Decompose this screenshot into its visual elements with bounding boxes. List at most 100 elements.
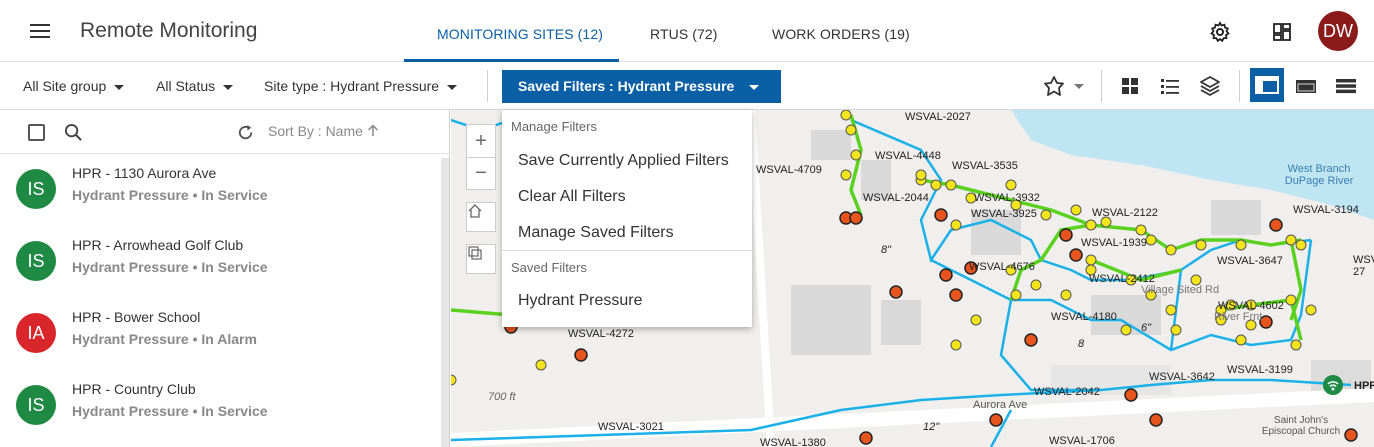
shape-select-icon[interactable] <box>1042 74 1066 98</box>
list-view-icon[interactable] <box>1158 74 1182 98</box>
layers-icon[interactable] <box>1198 74 1222 98</box>
status-avatar: IS <box>16 169 56 209</box>
map-label: WSVAL-4272 <box>568 328 634 340</box>
scale-label: 700 ft <box>488 391 516 403</box>
site-group-label: All Site group <box>23 78 107 94</box>
chevron-down-icon <box>447 84 458 90</box>
map-label: WSVAL-4180 <box>1051 311 1117 323</box>
site-type-label: Site type : Hydrant Pressure <box>264 78 440 94</box>
manage-saved-item[interactable]: Manage Saved Filters <box>518 224 674 242</box>
filter-bar: All Site group All Status Site type : Hy… <box>0 62 1374 110</box>
building <box>811 130 851 160</box>
site-title: HPR - Bower School <box>72 309 201 325</box>
building <box>881 300 921 345</box>
map-label: WSVAL-2044 <box>863 192 929 204</box>
map-label: WSVAL-1939 <box>1081 237 1147 249</box>
select-all-checkbox[interactable] <box>28 124 45 141</box>
pipe-label: 8" <box>881 244 892 256</box>
divider <box>1101 70 1102 102</box>
map-label: WSVAL-27 <box>1353 254 1374 278</box>
saved-filters-button[interactable]: Saved Filters : Hydrant Pressure <box>502 70 781 103</box>
dashboard-icon[interactable] <box>1270 20 1294 44</box>
zoom-in-button[interactable]: + <box>467 125 495 157</box>
top-header: Remote Monitoring MONITORING SITES (12) … <box>0 0 1374 62</box>
map-label: WSVAL-1380 <box>760 437 826 447</box>
map-label: WSVAL-3021 <box>598 421 664 433</box>
sort-by-control[interactable]: Sort By : Name <box>268 123 379 139</box>
tab-work-orders[interactable]: WORK ORDERS (19) <box>772 26 910 42</box>
map-label: WSVAL-3642 <box>1149 371 1215 383</box>
map-label: WSVAL-4676 <box>969 261 1035 273</box>
river-label: West Branch DuPage River <box>1284 163 1354 187</box>
site-list-panel: Sort By : Name IS HPR - 1130 Aurora Ave Hy… <box>0 110 450 447</box>
basemap-button[interactable] <box>466 244 496 274</box>
map-label: WSVAL-3932 <box>974 192 1040 204</box>
home-button[interactable] <box>466 202 496 232</box>
site-group-filter[interactable]: All Site group <box>23 78 125 94</box>
map-label: WSVAL-3535 <box>952 160 1018 172</box>
pipe-label: 8 <box>1078 338 1085 350</box>
saved-filter-item[interactable]: Hydrant Pressure <box>518 292 643 310</box>
refresh-icon[interactable] <box>236 123 255 142</box>
save-filters-item[interactable]: Save Currently Applied Filters <box>518 152 729 170</box>
map-label: WSVAL-3199 <box>1227 364 1293 376</box>
saved-filters-label: Saved Filters : Hydrant Pressure <box>518 78 735 94</box>
map-label: WSVAL-2042 <box>1034 386 1100 398</box>
street-label: Aurora Ave <box>973 399 1028 411</box>
clear-filters-item[interactable]: Clear All Filters <box>518 188 626 206</box>
chevron-down-icon[interactable] <box>1074 84 1084 89</box>
status-filter[interactable]: All Status <box>156 78 234 94</box>
list-item[interactable]: IA HPR - Bower School Hydrant Pressure • I… <box>0 298 440 370</box>
site-subtitle: Hydrant Pressure • In Alarm <box>72 331 257 347</box>
user-avatar[interactable]: DW <box>1318 11 1358 51</box>
map-label: WSVAL-2122 <box>1092 207 1158 219</box>
status-label: All Status <box>156 78 216 94</box>
divider <box>487 70 488 102</box>
arrow-up-icon <box>367 124 378 136</box>
map-label: WSVAL-2027 <box>905 111 971 123</box>
manage-filters-header: Manage Filters <box>511 119 597 134</box>
map-label: WSVAL-3925 <box>971 208 1037 220</box>
tab-monitoring-sites[interactable]: MONITORING SITES (12) <box>437 26 603 42</box>
home-icon <box>468 204 482 218</box>
list-item[interactable]: IS HPR - Arrowhead Golf Club Hydrant Press… <box>0 226 440 298</box>
site-subtitle: Hydrant Pressure • In Service <box>72 259 268 275</box>
split-view-button[interactable] <box>1250 68 1284 102</box>
hpr-site-marker[interactable] <box>1323 375 1343 395</box>
chevron-down-icon <box>749 85 759 90</box>
search-icon[interactable] <box>64 123 83 142</box>
site-title: HPR - 1130 Aurora Ave <box>72 165 217 181</box>
basemap-icon <box>468 246 482 260</box>
pipe-label: 6" <box>1141 322 1152 334</box>
map-label: WSVAL-1706 <box>1049 435 1115 447</box>
status-avatar: IS <box>16 241 56 281</box>
site-type-filter[interactable]: Site type : Hydrant Pressure <box>264 78 458 94</box>
zoom-out-button[interactable]: − <box>467 157 495 189</box>
place-label: River Frnt <box>1214 311 1263 323</box>
map-label: WSVAL-3194 <box>1293 204 1359 216</box>
table-view-icon[interactable] <box>1334 74 1358 98</box>
chevron-down-icon <box>223 84 234 90</box>
map-label: WSVAL-3647 <box>1217 255 1283 267</box>
status-avatar: IA <box>16 313 56 353</box>
building <box>791 285 871 355</box>
grid-view-icon[interactable] <box>1118 74 1142 98</box>
wifi-icon <box>1327 381 1339 391</box>
split-view-icon <box>1255 76 1279 94</box>
place-label: Saint John's Episcopal Church <box>1261 415 1341 437</box>
map-label: WSVAL-4448 <box>875 150 941 162</box>
list-item[interactable]: IS HPR - 1130 Aurora Ave Hydrant Pressure … <box>0 154 440 226</box>
gear-icon[interactable] <box>1208 20 1232 44</box>
map-view-icon[interactable] <box>1294 74 1318 98</box>
site-title: HPR - Arrowhead Golf Club <box>72 237 244 253</box>
scrollbar[interactable] <box>441 158 449 447</box>
site-subtitle: Hydrant Pressure • In Service <box>72 403 268 419</box>
chevron-down-icon <box>114 84 125 90</box>
menu-icon[interactable] <box>30 24 50 38</box>
hpr-label: HPR <box>1354 380 1374 392</box>
tab-rtus[interactable]: RTUS (72) <box>650 26 718 42</box>
list-item[interactable]: IS HPR - Country Club Hydrant Pressure • I… <box>0 370 440 442</box>
saved-filters-menu: Manage Filters Save Currently Applied Fi… <box>502 110 752 327</box>
status-avatar: IS <box>16 385 56 425</box>
app-title: Remote Monitoring <box>80 19 258 42</box>
